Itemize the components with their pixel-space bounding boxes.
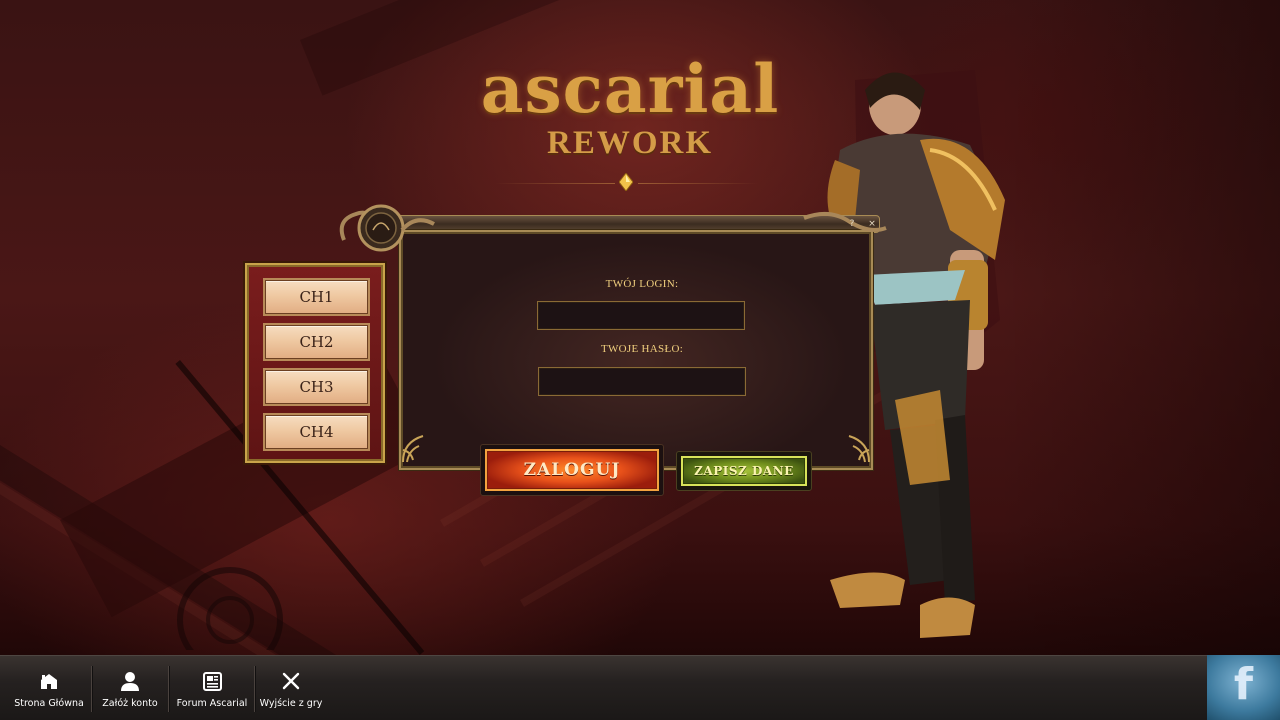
channel-button-ch2[interactable]: CH2 — [265, 325, 368, 359]
bottom-navigation-bar: Strona Główna Załóż konto Forum Ascarial… — [0, 655, 1280, 720]
corner-ornament-icon — [402, 435, 424, 463]
nav-exit-game-label: Wyjście z gry — [259, 698, 323, 709]
channel-button-ch1[interactable]: CH1 — [265, 280, 368, 314]
emblem-decoration — [177, 567, 283, 650]
save-credentials-label: ZAPISZ DANE — [681, 456, 807, 486]
user-icon — [121, 672, 139, 691]
help-button[interactable]: ? — [845, 219, 859, 230]
logo-divider-left — [495, 183, 615, 184]
home-icon — [41, 674, 57, 689]
channel-panel: CH1 CH2 CH3 CH4 — [245, 263, 385, 463]
corner-ornament-icon — [848, 435, 870, 463]
nav-create-account[interactable]: Załóż konto — [92, 656, 168, 720]
nav-forum-label: Forum Ascarial — [176, 698, 248, 709]
logo-title: ascarial — [480, 50, 780, 128]
nav-divider — [254, 666, 255, 712]
save-credentials-button[interactable]: ZAPISZ DANE — [676, 451, 812, 491]
nav-forum[interactable]: Forum Ascarial — [170, 656, 254, 720]
logo-divider-right — [638, 183, 758, 184]
game-logo: ascarial REWORK — [460, 52, 800, 160]
logo-subtitle: REWORK — [546, 125, 713, 161]
newspaper-icon — [203, 672, 222, 691]
channel-button-ch4[interactable]: CH4 — [265, 415, 368, 449]
password-input[interactable] — [538, 367, 746, 396]
facebook-button[interactable]: f — [1207, 655, 1280, 720]
nav-home-label: Strona Główna — [14, 698, 84, 709]
emblem-ornament-icon — [339, 204, 435, 252]
login-button-label: ZALOGUJ — [485, 449, 659, 491]
nav-create-account-label: Załóż konto — [102, 698, 158, 709]
login-button[interactable]: ZALOGUJ — [480, 444, 664, 496]
gem-icon — [619, 173, 633, 191]
channel-button-ch3[interactable]: CH3 — [265, 370, 368, 404]
login-input[interactable] — [537, 301, 745, 330]
nav-exit-game[interactable]: Wyjście z gry — [256, 656, 326, 720]
nav-divider — [168, 666, 169, 712]
close-icon — [282, 672, 300, 690]
close-button[interactable]: × — [865, 219, 879, 230]
nav-home[interactable]: Strona Główna — [8, 656, 90, 720]
facebook-icon: f — [1233, 659, 1254, 710]
password-label: TWOJE HASŁO: — [600, 343, 684, 355]
login-label: TWÓJ LOGIN: — [605, 278, 679, 290]
